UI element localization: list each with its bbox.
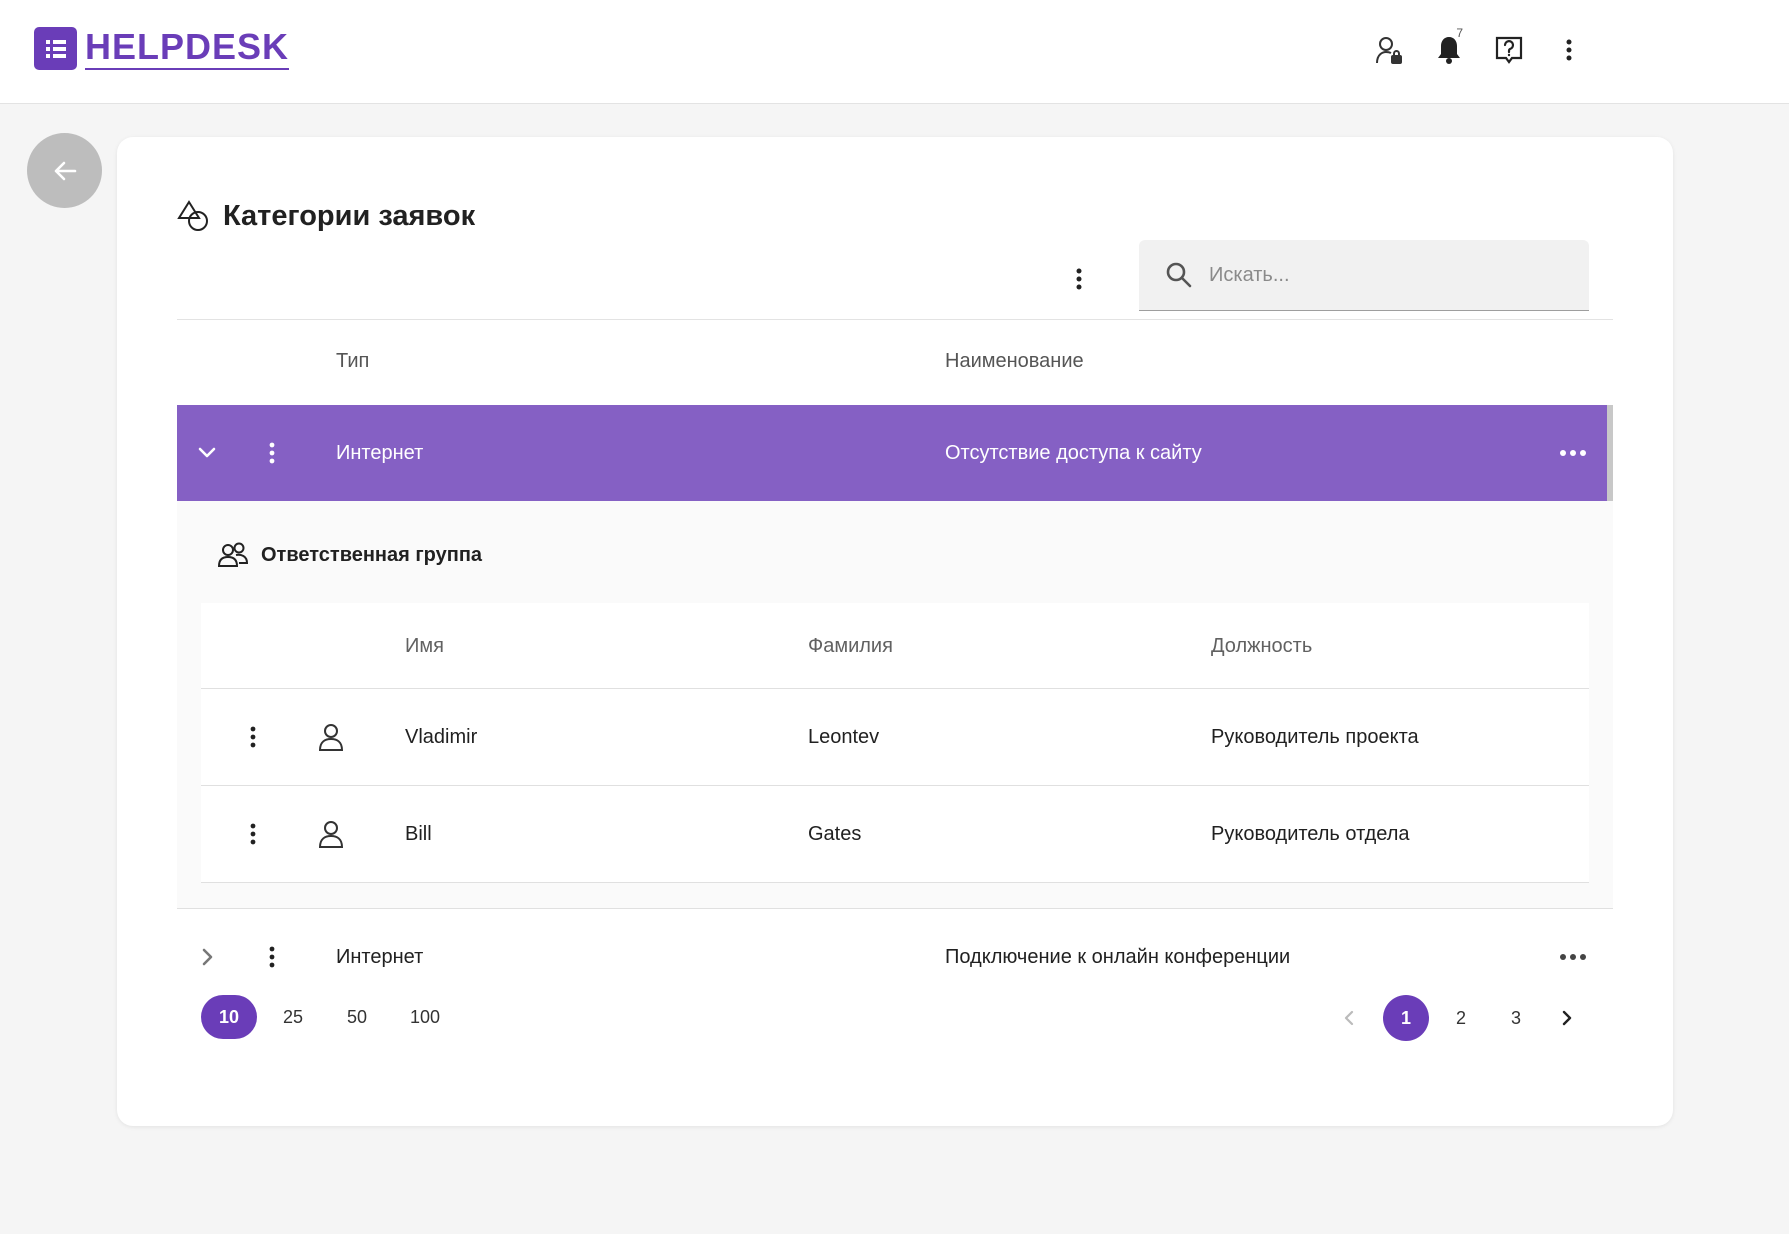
more-vert-icon <box>1076 268 1082 290</box>
person-icon <box>311 786 351 882</box>
search-icon <box>1165 261 1193 289</box>
members-header: Имя Фамилия Должность <box>201 603 1589 689</box>
row-menu-button[interactable] <box>247 405 297 501</box>
row-name: Подключение к онлайн конференции <box>945 945 1291 968</box>
more-vert-icon <box>250 726 256 748</box>
member-last-name: Leontev <box>808 725 880 748</box>
chevron-left-icon <box>1344 1010 1354 1026</box>
member-row[interactable]: Bill Gates Руководитель отдела <box>201 786 1589 883</box>
column-last-name[interactable]: Фамилия <box>808 635 893 658</box>
member-row[interactable]: Vladimir Leontev Руководитель проекта <box>201 689 1589 786</box>
row-type: Интернет <box>336 441 424 464</box>
table-row[interactable]: Интернет Отсутствие доступа к сайту <box>177 405 1613 640</box>
more-vert-icon <box>269 946 275 968</box>
users-icon <box>217 542 249 567</box>
search-input[interactable] <box>1207 262 1571 288</box>
member-first-name: Bill <box>405 822 432 845</box>
page-size-option[interactable]: 10 <box>201 995 257 1039</box>
more-vert-icon[interactable] <box>1549 30 1589 70</box>
pagination: 10 25 50 100 1 2 3 <box>177 995 1613 1043</box>
row-name: Отсутствие доступа к сайту <box>945 441 1202 464</box>
column-type[interactable]: Тип <box>336 350 369 373</box>
page-button[interactable]: 2 <box>1438 995 1484 1041</box>
more-horiz-icon <box>1560 450 1586 456</box>
chevron-down-icon <box>198 447 216 458</box>
more-vert-icon <box>269 442 275 464</box>
app-logo[interactable]: HELPDESK <box>34 27 290 70</box>
table-header: Тип Наименование <box>177 319 1613 405</box>
page-header: Категории заявок <box>177 199 475 233</box>
row-menu-button[interactable] <box>247 909 297 1005</box>
member-position: Руководитель проекта <box>1211 725 1419 748</box>
more-horiz-icon <box>1560 954 1586 960</box>
next-page-button[interactable] <box>1543 995 1589 1041</box>
group-header: Ответственная группа <box>217 541 482 569</box>
arrow-left-icon <box>54 161 76 180</box>
back-button[interactable] <box>27 133 102 208</box>
search-field[interactable] <box>1139 240 1589 311</box>
page-button[interactable]: 1 <box>1383 995 1429 1041</box>
column-first-name[interactable]: Имя <box>405 635 444 658</box>
group-title: Ответственная группа <box>261 543 483 566</box>
chevron-right-icon <box>202 948 213 966</box>
member-menu-button[interactable] <box>235 689 271 785</box>
collapse-button[interactable] <box>189 405 225 501</box>
member-position: Руководитель отдела <box>1211 822 1410 845</box>
top-bar: HELPDESK 7 <box>0 0 1789 104</box>
page-size-option[interactable]: 25 <box>265 995 321 1039</box>
help-icon[interactable] <box>1489 30 1529 70</box>
more-vert-icon <box>250 823 256 845</box>
notification-count: 7 <box>1456 26 1463 40</box>
row-actions-button[interactable] <box>1553 909 1593 1005</box>
shapes-icon <box>177 200 208 231</box>
chevron-right-icon <box>1562 1010 1572 1026</box>
person-icon <box>311 689 351 785</box>
column-name[interactable]: Наименование <box>945 350 1084 373</box>
page-title: Категории заявок <box>223 199 476 232</box>
column-position[interactable]: Должность <box>1211 635 1312 658</box>
page-size-option[interactable]: 50 <box>329 995 385 1039</box>
list-icon <box>34 27 77 70</box>
group-members-table: Имя Фамилия Должность Vladimir Leontev Р… <box>201 603 1589 883</box>
categories-card: Категории заявок Тип Наименование Интерн… <box>117 137 1673 1126</box>
app-logo-text: HELPDESK <box>85 27 290 70</box>
row-details: Ответственная группа Имя Фамилия Должнос… <box>177 501 1613 908</box>
member-first-name: Vladimir <box>405 725 478 748</box>
member-last-name: Gates <box>808 822 862 845</box>
row-type: Интернет <box>336 945 424 968</box>
notification-button[interactable]: 7 <box>1429 26 1469 70</box>
prev-page-button[interactable] <box>1327 995 1373 1041</box>
member-menu-button[interactable] <box>235 786 271 882</box>
categories-table: Тип Наименование Интернет Отсутствие дос… <box>177 319 1613 1005</box>
row-actions-button[interactable] <box>1553 405 1593 501</box>
table-menu-button[interactable] <box>1061 261 1097 297</box>
page-button[interactable]: 3 <box>1493 995 1539 1041</box>
page-size-option[interactable]: 100 <box>397 995 453 1039</box>
user-lock-icon[interactable] <box>1369 30 1409 70</box>
expand-button[interactable] <box>189 909 225 1005</box>
table-row[interactable]: Интернет Подключение к онлайн конференци… <box>177 908 1613 1005</box>
